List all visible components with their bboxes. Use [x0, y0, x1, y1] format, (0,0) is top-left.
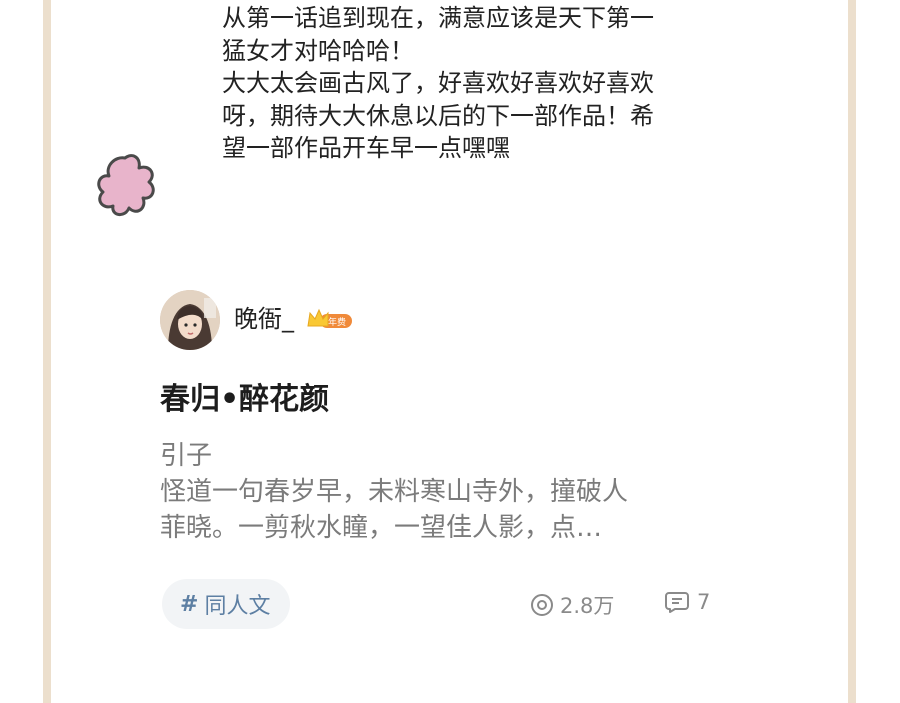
- post-excerpt[interactable]: 引子 怪道一句春岁早，未料寒山寺外，撞破人 菲晓。一剪秋水瞳，一望佳人影，点…: [160, 438, 726, 550]
- author-name[interactable]: 晚衙_: [234, 304, 294, 334]
- hash-icon: #: [180, 591, 199, 617]
- comment-line: 从第一话追到现在，满意应该是天下第一: [222, 4, 654, 32]
- comment-line: 猛女才对哈哈哈！: [222, 36, 414, 65]
- flower-sticker-icon: [95, 150, 159, 222]
- tag-label: 同人文: [204, 594, 271, 619]
- comment-icon: [665, 592, 689, 613]
- vip-badge-label: 年费: [328, 316, 346, 328]
- excerpt-line: 引子: [160, 441, 213, 471]
- excerpt-line: 菲晓。一剪秋水瞳，一望佳人影，点…: [160, 513, 603, 543]
- eye-icon: [531, 594, 553, 616]
- comment-line: 呀，期待大大休息以后的下一部作品！希: [222, 101, 654, 130]
- post-title[interactable]: 春归•醉花颜: [160, 380, 329, 420]
- views-stat: 2.8万: [530, 590, 614, 620]
- author-avatar[interactable]: [160, 290, 220, 350]
- right-border: [848, 0, 856, 703]
- views-count: 2.8万: [560, 594, 615, 618]
- page: 从第一话追到现在，满意应该是天下第一 猛女才对哈哈哈！ 大大太会画古风了，好喜欢…: [0, 0, 900, 703]
- left-border: [43, 0, 51, 703]
- excerpt-line: 怪道一句春岁早，未料寒山寺外，撞破人: [160, 477, 629, 507]
- comment-line: 大大太会画古风了，好喜欢好喜欢好喜欢: [222, 69, 654, 97]
- tag-chip[interactable]: # 同人文: [162, 579, 291, 629]
- comments-count: 7: [697, 590, 711, 614]
- comments-stat[interactable]: 7: [665, 590, 710, 614]
- comment-text: 从第一话追到现在，满意应该是天下第一 猛女才对哈哈哈！ 大大太会画古风了，好喜欢…: [222, 2, 722, 165]
- vip-badge-icon: 年费: [306, 308, 354, 332]
- author-row[interactable]: 晚衙_ 年费: [160, 288, 730, 350]
- comment-line: 望一部作品开车早一点嘿嘿: [222, 134, 510, 162]
